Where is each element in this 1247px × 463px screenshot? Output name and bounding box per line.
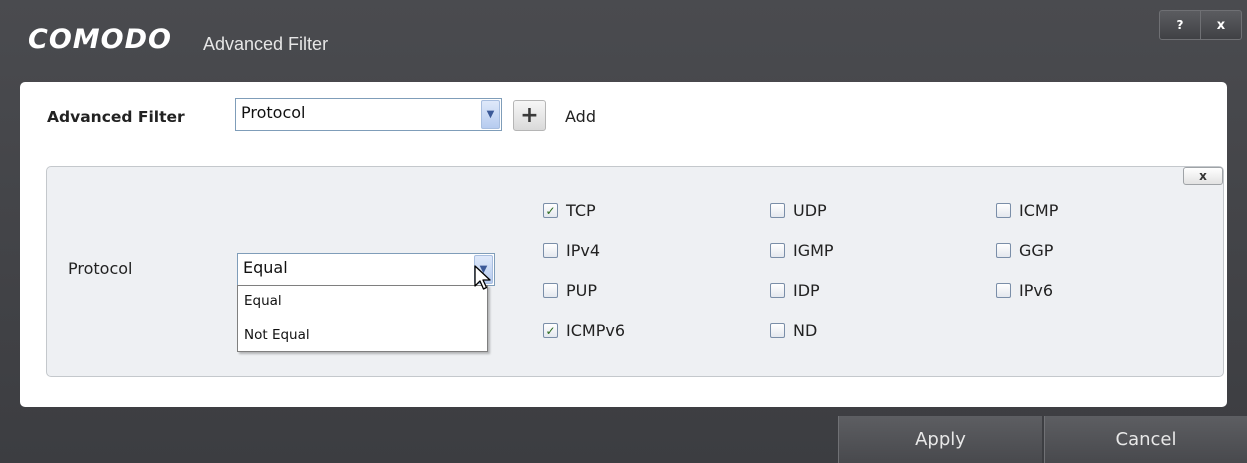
operator-select[interactable]: Equal ▼ — [237, 253, 495, 286]
checkbox-unchecked-icon[interactable] — [770, 323, 785, 338]
protocol-label-icmp: ICMP — [1019, 201, 1059, 220]
help-button[interactable]: ? — [1159, 10, 1201, 40]
checkbox-unchecked-icon[interactable] — [770, 283, 785, 298]
checkbox-unchecked-icon[interactable] — [770, 243, 785, 258]
protocol-filter-panel: x Protocol Equal ▼ Equal Not Equal ✓ TCP U… — [46, 166, 1224, 377]
checkbox-checked-icon[interactable]: ✓ — [543, 203, 558, 218]
help-icon: ? — [1176, 18, 1184, 32]
protocol-checkbox-ggp[interactable]: GGP — [996, 241, 1053, 260]
add-label[interactable]: Add — [565, 107, 596, 126]
checkbox-unchecked-icon[interactable] — [543, 283, 558, 298]
close-button[interactable]: x — [1200, 10, 1242, 40]
advanced-filter-dialog: COMODO Advanced Filter ? x Advanced Filt… — [0, 0, 1247, 463]
protocol-checkbox-pup[interactable]: PUP — [543, 281, 597, 300]
protocol-label-icmpv6: ICMPv6 — [566, 321, 625, 340]
protocol-label-ipv4: IPv4 — [566, 241, 601, 260]
protocol-checkbox-icmp[interactable]: ICMP — [996, 201, 1058, 220]
dialog-content: Advanced Filter Protocol ▼ + Add x Proto… — [20, 82, 1227, 407]
protocol-label-pup: PUP — [566, 281, 598, 300]
advanced-filter-select[interactable]: Protocol ▼ — [235, 98, 502, 131]
protocol-label-udp: UDP — [793, 201, 827, 220]
add-button[interactable]: + — [513, 100, 546, 131]
protocol-label: Protocol — [68, 259, 133, 278]
checkbox-unchecked-icon[interactable] — [996, 243, 1011, 258]
cancel-button[interactable]: Cancel — [1044, 416, 1247, 463]
protocol-checkbox-icmpv6[interactable]: ✓ ICMPv6 — [543, 321, 625, 340]
close-icon: x — [1199, 169, 1207, 183]
comodo-logo: COMODO — [28, 24, 172, 55]
checkbox-checked-icon[interactable]: ✓ — [543, 323, 558, 338]
checkbox-unchecked-icon[interactable] — [996, 283, 1011, 298]
window-title: Advanced Filter — [203, 34, 329, 54]
protocol-checkbox-tcp[interactable]: ✓ TCP — [543, 201, 596, 220]
checkbox-unchecked-icon[interactable] — [543, 243, 558, 258]
protocol-label-ggp: GGP — [1019, 241, 1054, 260]
advanced-filter-select-value: Protocol — [241, 103, 306, 122]
checkbox-unchecked-icon[interactable] — [770, 203, 785, 218]
protocol-checkbox-ipv4[interactable]: IPv4 — [543, 241, 600, 260]
dropdown-option-not-equal[interactable]: Not Equal — [244, 327, 310, 343]
protocol-label-tcp: TCP — [566, 201, 596, 220]
protocol-label-igmp: IGMP — [793, 241, 834, 260]
chevron-down-icon[interactable]: ▼ — [481, 100, 500, 129]
operator-dropdown-list: Equal Not Equal — [237, 285, 488, 352]
protocol-checkbox-ipv6[interactable]: IPv6 — [996, 281, 1053, 300]
protocol-label-nd: ND — [793, 321, 818, 340]
protocol-checkbox-igmp[interactable]: IGMP — [770, 241, 834, 260]
operator-select-value: Equal — [243, 258, 288, 277]
protocol-checkbox-idp[interactable]: IDP — [770, 281, 820, 300]
remove-filter-button[interactable]: x — [1183, 167, 1223, 185]
plus-icon: + — [520, 103, 539, 128]
checkbox-unchecked-icon[interactable] — [996, 203, 1011, 218]
protocol-checkbox-udp[interactable]: UDP — [770, 201, 827, 220]
title-bar: COMODO Advanced Filter ? x — [0, 0, 1247, 70]
mouse-cursor-icon — [474, 265, 491, 290]
protocol-label-idp: IDP — [793, 281, 820, 300]
dropdown-option-equal[interactable]: Equal — [244, 293, 282, 309]
protocol-label-ipv6: IPv6 — [1019, 281, 1054, 300]
close-icon: x — [1216, 17, 1226, 33]
apply-button[interactable]: Apply — [838, 416, 1042, 463]
advanced-filter-label: Advanced Filter — [47, 108, 185, 126]
protocol-checkbox-nd[interactable]: ND — [770, 321, 817, 340]
